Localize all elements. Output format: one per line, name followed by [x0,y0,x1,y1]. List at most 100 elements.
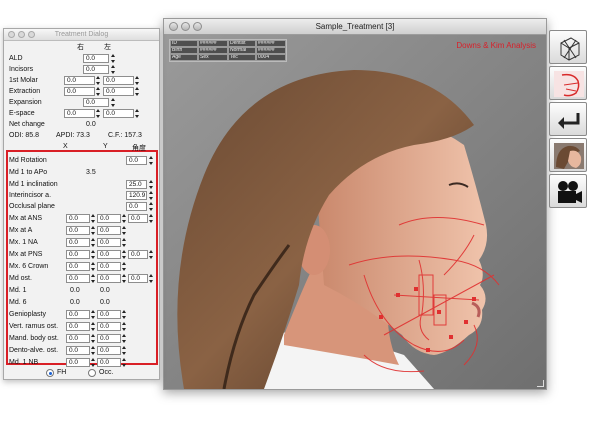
genioplasty-x-stepper-icon[interactable] [91,310,96,319]
extraction-left-field[interactable]: 0.0 [103,87,134,96]
extraction-left-stepper-icon[interactable] [135,87,140,96]
md1-nb-x-field[interactable]: 0.0 [66,358,90,367]
mx1-na-x-field[interactable]: 0.0 [66,238,90,247]
mx6-crown-x-field[interactable]: 0.0 [66,262,90,271]
interincisor-angle-field[interactable]: 120.9 [126,191,147,200]
dialog-titlebar[interactable]: Treatment Dialog [4,29,159,41]
mand-body-y-field[interactable]: 0.0 [97,334,121,343]
mx-a-x-stepper-icon[interactable] [91,226,96,235]
mx1-na-y-field[interactable]: 0.0 [97,238,121,247]
mx6-crown-y-field[interactable]: 0.0 [97,262,121,271]
mx-pns-y-field[interactable]: 0.0 [97,250,121,259]
occlusal-plane-stepper-icon[interactable] [149,202,154,211]
md-ost-y-stepper-icon[interactable] [122,274,127,283]
image-window-titlebar[interactable]: Sample_Treatment [3] [164,19,546,35]
md-rotation-angle-field[interactable]: 0.0 [126,156,147,165]
face-photo-icon [554,143,584,169]
mx-a-x-field[interactable]: 0.0 [66,226,90,235]
tracing-view-button[interactable] [549,66,587,100]
first-molar-left-field[interactable]: 0.0 [103,76,134,85]
mand-body-x-stepper-icon[interactable] [91,334,96,343]
espace-right-stepper-icon[interactable] [96,109,101,118]
extraction-right-stepper-icon[interactable] [96,87,101,96]
vert-ramus-x-field[interactable]: 0.0 [66,322,90,331]
expansion-stepper-icon[interactable] [111,98,116,107]
movie-camera-icon [558,181,582,203]
first-molar-right-field[interactable]: 0.0 [64,76,95,85]
photo-view-button[interactable] [549,138,587,172]
espace-left-field[interactable]: 0.0 [103,109,134,118]
occ-radio[interactable] [88,369,96,377]
extraction-right-field[interactable]: 0.0 [64,87,95,96]
mx-pns-x-stepper-icon[interactable] [91,250,96,259]
md-ost-x-field[interactable]: 0.0 [66,274,90,283]
mx-ans-angle-field[interactable]: 0.0 [128,214,148,223]
first-molar-left-stepper-icon[interactable] [135,76,140,85]
mx-ans-x-stepper-icon[interactable] [91,214,96,223]
ald-stepper-icon[interactable] [111,54,116,63]
mx-ans-angle-stepper-icon[interactable] [149,214,154,223]
md-rotation-label: Md Rotation [9,157,47,164]
mx-pns-angle-field[interactable]: 0.0 [128,250,148,259]
patient-profile-photo[interactable] [164,35,546,389]
analysis-label: Downs & Kim Analysis [456,41,536,50]
md-ost-y-field[interactable]: 0.0 [97,274,121,283]
mand-body-x-field[interactable]: 0.0 [66,334,90,343]
first-molar-label: 1st Molar [9,77,38,84]
incisors-stepper-icon[interactable] [111,65,116,74]
ald-field[interactable]: 0.0 [83,54,109,63]
md-ost-angle-field[interactable]: 0.0 [128,274,148,283]
vert-ramus-x-stepper-icon[interactable] [91,322,96,331]
md-rotation-stepper-icon[interactable] [149,156,154,165]
fh-radio[interactable] [46,369,54,377]
net-change-value: 0.0 [86,121,96,128]
cf-value: C.F.: 157.3 [108,132,142,139]
md1-y-value: 0.0 [100,287,110,294]
undo-button[interactable] [549,102,587,136]
espace-right-field[interactable]: 0.0 [64,109,95,118]
vert-ramus-y-stepper-icon[interactable] [122,322,127,331]
mx-a-y-stepper-icon[interactable] [122,226,127,235]
mx-ans-x-field[interactable]: 0.0 [66,214,90,223]
resize-grip-icon[interactable] [537,380,544,387]
interincisor-stepper-icon[interactable] [149,191,154,200]
genioplasty-y-field[interactable]: 0.0 [97,310,121,319]
md1-nb-x-stepper-icon[interactable] [91,358,96,367]
mx6-crown-x-stepper-icon[interactable] [91,262,96,271]
md1-nb-y-stepper-icon[interactable] [122,358,127,367]
dento-alve-x-stepper-icon[interactable] [91,346,96,355]
md1-nb-y-field[interactable]: 0.0 [97,358,121,367]
mx1-na-y-stepper-icon[interactable] [122,238,127,247]
md-ost-x-stepper-icon[interactable] [91,274,96,283]
mand-body-y-stepper-icon[interactable] [122,334,127,343]
dento-alve-y-stepper-icon[interactable] [122,346,127,355]
incisors-field[interactable]: 0.0 [83,65,109,74]
md1-inclination-angle-field[interactable]: 25.0 [126,180,147,189]
md-ost-angle-stepper-icon[interactable] [149,274,154,283]
odi-value: ODI: 85.8 [9,132,39,139]
movie-button[interactable] [549,174,587,208]
image-window-title: Sample_Treatment [3] [315,22,395,31]
expansion-field[interactable]: 0.0 [83,98,109,107]
mx-ans-y-stepper-icon[interactable] [122,214,127,223]
fh-radio-label: FH [57,369,67,376]
md1-inclination-stepper-icon[interactable] [149,180,154,189]
mx6-crown-y-stepper-icon[interactable] [122,262,127,271]
vert-ramus-y-field[interactable]: 0.0 [97,322,121,331]
dento-alve-y-field[interactable]: 0.0 [97,346,121,355]
mand-body-label: Mand. body ost. [9,335,59,342]
mx-pns-angle-stepper-icon[interactable] [149,250,154,259]
mx1-na-x-stepper-icon[interactable] [91,238,96,247]
cube-view-button[interactable] [549,30,587,64]
occlusal-plane-angle-field[interactable]: 0.0 [126,202,147,211]
mx-a-y-field[interactable]: 0.0 [97,226,121,235]
mx-pns-y-stepper-icon[interactable] [122,250,127,259]
mx-ans-y-field[interactable]: 0.0 [97,214,121,223]
mx-pns-x-field[interactable]: 0.0 [66,250,90,259]
espace-left-stepper-icon[interactable] [135,109,140,118]
genioplasty-x-field[interactable]: 0.0 [66,310,90,319]
mx1-na-label: Mx. 1 NA [9,239,38,246]
dento-alve-x-field[interactable]: 0.0 [66,346,90,355]
genioplasty-y-stepper-icon[interactable] [122,310,127,319]
first-molar-right-stepper-icon[interactable] [96,76,101,85]
